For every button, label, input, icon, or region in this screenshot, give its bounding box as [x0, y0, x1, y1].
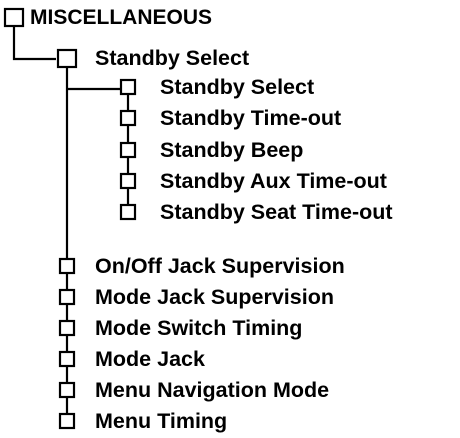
standby-child-label: Standby Aux Time-out	[160, 169, 387, 193]
standby-child-label: Standby Beep	[160, 138, 304, 162]
node-box-item	[58, 412, 76, 430]
item-label: Mode Switch Timing	[95, 316, 303, 340]
node-box-standby-group	[56, 48, 78, 69]
node-box-item	[58, 257, 76, 275]
node-box-standby-child	[119, 141, 137, 159]
item-label: Mode Jack	[95, 347, 205, 371]
item-label: Menu Timing	[95, 409, 228, 433]
node-box-item	[58, 288, 76, 306]
node-box-standby-child	[119, 203, 137, 221]
node-box-item	[58, 381, 76, 399]
node-box-standby-child	[119, 172, 137, 190]
node-box-item	[58, 319, 76, 337]
standby-child-label: Standby Select	[160, 75, 315, 99]
item-label: Menu Navigation Mode	[95, 378, 330, 402]
node-box-item	[58, 350, 76, 368]
node-box-standby-child	[119, 78, 137, 96]
standby-child-label: Standby Seat Time-out	[160, 200, 393, 224]
node-box-standby-child	[119, 109, 137, 127]
standby-child-label: Standby Time-out	[160, 106, 342, 130]
connector-root	[12, 26, 56, 61]
node-box-root	[3, 7, 25, 28]
item-label: Mode Jack Supervision	[95, 285, 334, 309]
root-label: MISCELLANEOUS	[30, 6, 213, 29]
standby-group-label: Standby Select	[95, 46, 250, 70]
item-label: On/Off Jack Supervision	[95, 254, 345, 278]
